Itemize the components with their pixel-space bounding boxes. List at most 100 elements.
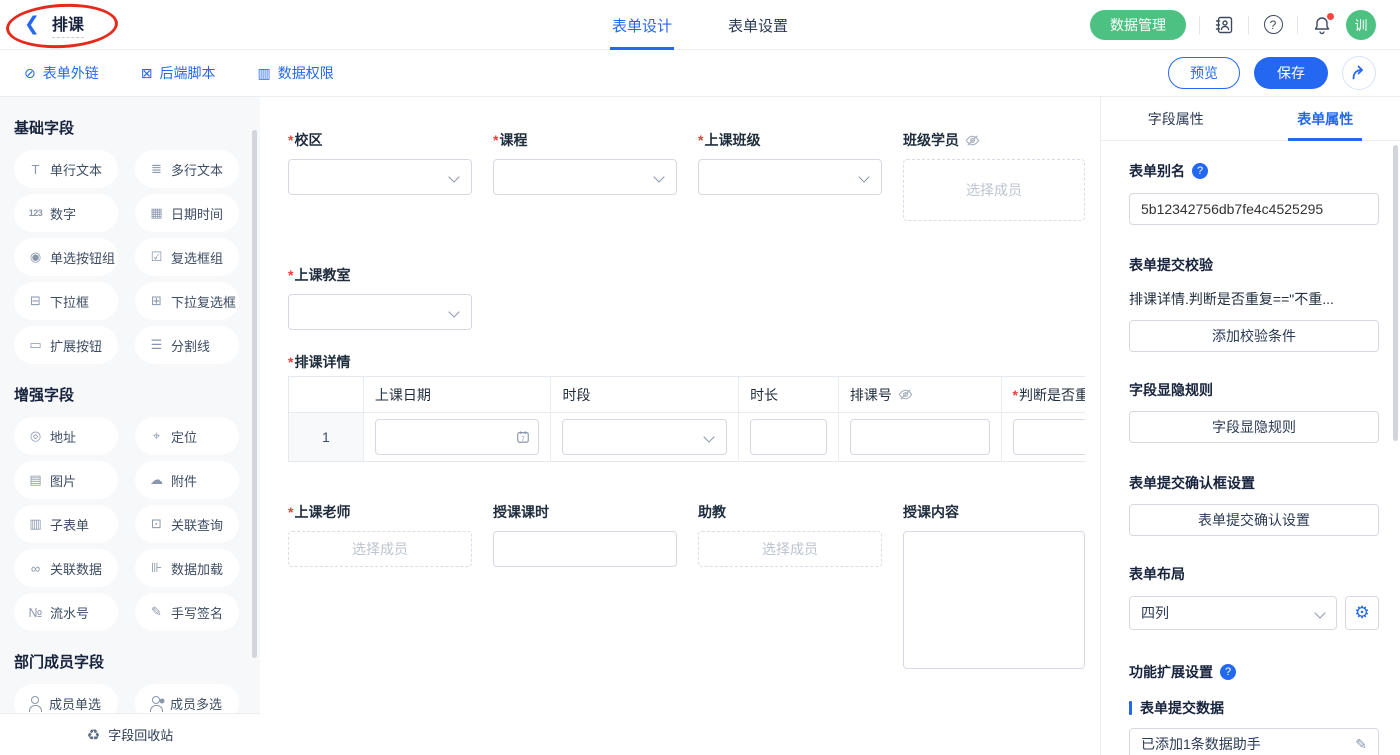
period-select[interactable]	[562, 419, 727, 455]
column-header-duration: 时长	[739, 377, 839, 412]
gear-icon: ⚙	[1354, 603, 1369, 623]
sidebar-item-image[interactable]: ▤图片	[14, 461, 118, 499]
alias-heading: 表单别名 ?	[1129, 161, 1379, 181]
link-icon: ⊘	[24, 65, 36, 82]
form-external-link[interactable]: ⊘ 表单外链	[24, 63, 99, 83]
calendar-icon: ▦	[148, 205, 165, 221]
sidebar-item-serial-number[interactable]: №流水号	[14, 593, 118, 631]
field-content[interactable]: 授课内容	[903, 502, 1085, 669]
required-mark: *	[288, 354, 293, 370]
sidebar-item-checkbox-group[interactable]: ☑复选框组	[135, 238, 239, 276]
sidebar-item-multi-line-text[interactable]: ≣多行文本	[135, 150, 239, 188]
classroom-select[interactable]	[288, 294, 472, 330]
submit-confirm-button[interactable]: 表单提交确认设置	[1129, 504, 1379, 536]
field-label: 课程	[499, 132, 527, 148]
help-icon[interactable]: ?	[1262, 14, 1284, 36]
preview-button[interactable]: 预览	[1168, 57, 1240, 89]
tab-field-properties[interactable]: 字段属性	[1101, 97, 1251, 140]
date-input[interactable]: 7	[375, 419, 540, 455]
sidebar-item-geolocation[interactable]: ⌖定位	[135, 417, 239, 455]
sidebar-item-divider[interactable]: ☰分割线	[135, 326, 239, 364]
edit-pencil-icon[interactable]: ✎	[1355, 736, 1367, 753]
sidebar-scrollbar[interactable]	[252, 130, 257, 658]
field-teacher[interactable]: *上课老师 选择成员	[288, 502, 472, 567]
field-classroom[interactable]: *上课教室	[288, 265, 472, 330]
form-canvas: *校区 *课程 *上课班级 班级学员 选择成员 *上课教室 *排课详情	[260, 97, 1100, 755]
submit-data-box[interactable]: 已添加1条数据助手 ✎	[1129, 728, 1379, 755]
column-header-is-duplicate: *判断是否重复	[1002, 377, 1085, 412]
sidebar-item-label: 日期时间	[171, 204, 223, 223]
contact-book-icon[interactable]	[1213, 14, 1235, 36]
layout-settings-button[interactable]: ⚙	[1345, 596, 1379, 630]
sidebar-item-linked-query[interactable]: ⊡关联查询	[135, 505, 239, 543]
sidebar-item-number[interactable]: 123数字	[14, 194, 118, 232]
teacher-member-picker[interactable]: 选择成员	[288, 531, 472, 567]
field-course[interactable]: *课程	[493, 130, 677, 195]
tab-form-design[interactable]: 表单设计	[612, 0, 672, 50]
data-manage-button[interactable]: 数据管理	[1090, 10, 1186, 40]
backend-script-link[interactable]: ⊠ 后端脚本	[141, 63, 216, 83]
multi-dropdown-icon: ⊞	[148, 293, 165, 309]
divider	[1199, 16, 1200, 34]
data-permission-link[interactable]: ▥ 数据权限	[257, 63, 333, 83]
visibility-heading: 字段显隐规则	[1129, 380, 1379, 400]
notification-dot	[1327, 13, 1334, 20]
field-hours[interactable]: 授课课时	[493, 502, 677, 567]
column-header-period: 时段	[551, 377, 739, 412]
required-mark: *	[698, 132, 703, 148]
visibility-rules-button[interactable]: 字段显隐规则	[1129, 411, 1379, 443]
help-icon[interactable]: ?	[1220, 664, 1236, 680]
campus-select[interactable]	[288, 159, 472, 195]
sidebar-item-radio-group[interactable]: ◉单选按钮组	[14, 238, 118, 276]
students-member-picker[interactable]: 选择成员	[903, 159, 1085, 221]
enhanced-fields-grid: ◎地址 ⌖定位 ▤图片 ☁附件 ▥子表单 ⊡关联查询 ∞关联数据 ⊪数据加载 №…	[14, 417, 246, 631]
field-label: 授课内容	[903, 502, 959, 522]
sidebar-item-label: 单选按钮组	[50, 248, 115, 267]
link-label: 后端脚本	[159, 63, 215, 83]
sidebar-item-signature[interactable]: ✎手写签名	[135, 593, 239, 631]
field-campus[interactable]: *校区	[288, 130, 472, 195]
sidebar-item-label: 地址	[50, 427, 76, 446]
save-button[interactable]: 保存	[1254, 57, 1328, 89]
course-select[interactable]	[493, 159, 677, 195]
hours-input[interactable]	[493, 531, 677, 567]
tab-form-settings[interactable]: 表单设置	[728, 0, 788, 50]
panel-scrollbar[interactable]	[1393, 145, 1398, 441]
share-button[interactable]	[1342, 56, 1376, 90]
notification-bell-icon[interactable]	[1311, 14, 1333, 36]
help-icon[interactable]: ?	[1192, 163, 1208, 179]
field-assistant[interactable]: 助教 选择成员	[698, 502, 882, 567]
sidebar-item-address[interactable]: ◎地址	[14, 417, 118, 455]
bar-chart-icon: ⊪	[148, 560, 165, 576]
field-class[interactable]: *上课班级	[698, 130, 882, 195]
sidebar-item-multi-dropdown[interactable]: ⊞下拉复选框	[135, 282, 239, 320]
column-label: 判断是否重复	[1019, 387, 1085, 403]
alias-input[interactable]	[1129, 193, 1379, 225]
is-duplicate-input[interactable]	[1013, 419, 1085, 455]
sidebar-item-attachment[interactable]: ☁附件	[135, 461, 239, 499]
sidebar-item-linked-data[interactable]: ∞关联数据	[14, 549, 118, 587]
duration-input[interactable]	[750, 419, 827, 455]
sidebar-item-single-line-text[interactable]: T单行文本	[14, 150, 118, 188]
avatar[interactable]: 训	[1346, 10, 1376, 40]
assistant-member-picker[interactable]: 选择成员	[698, 531, 882, 567]
svg-text:7: 7	[522, 436, 526, 443]
content-textarea[interactable]	[903, 531, 1085, 669]
schedule-no-input[interactable]	[850, 419, 990, 455]
sidebar-item-datetime[interactable]: ▦ 日期时间	[135, 194, 239, 232]
sidebar-item-subform[interactable]: ▥子表单	[14, 505, 118, 543]
sidebar-item-label: 成员多选	[170, 694, 222, 713]
submit-data-value: 已添加1条数据助手	[1141, 734, 1261, 754]
section-title-member-fields: 部门成员字段	[14, 651, 246, 672]
add-validation-button[interactable]: 添加校验条件	[1129, 320, 1379, 352]
field-recycle-bin[interactable]: ♻ 字段回收站	[0, 713, 260, 755]
tab-form-properties[interactable]: 表单属性	[1251, 97, 1400, 140]
subform-header-row: 上课日期 时段 时长 排课号 *判断是否重复	[289, 377, 1085, 413]
sidebar-item-extend-button[interactable]: ▭扩展按钮	[14, 326, 118, 364]
sidebar-item-data-load[interactable]: ⊪数据加载	[135, 549, 239, 587]
layout-select[interactable]: 四列	[1129, 596, 1337, 630]
class-select[interactable]	[698, 159, 882, 195]
sidebar-item-dropdown[interactable]: ⊟下拉框	[14, 282, 118, 320]
basic-fields-grid: T单行文本 ≣多行文本 123数字 ▦ 日期时间 ◉单选按钮组 ☑复选框组 ⊟下拉…	[14, 150, 246, 364]
field-students[interactable]: 班级学员 选择成员	[903, 130, 1085, 221]
